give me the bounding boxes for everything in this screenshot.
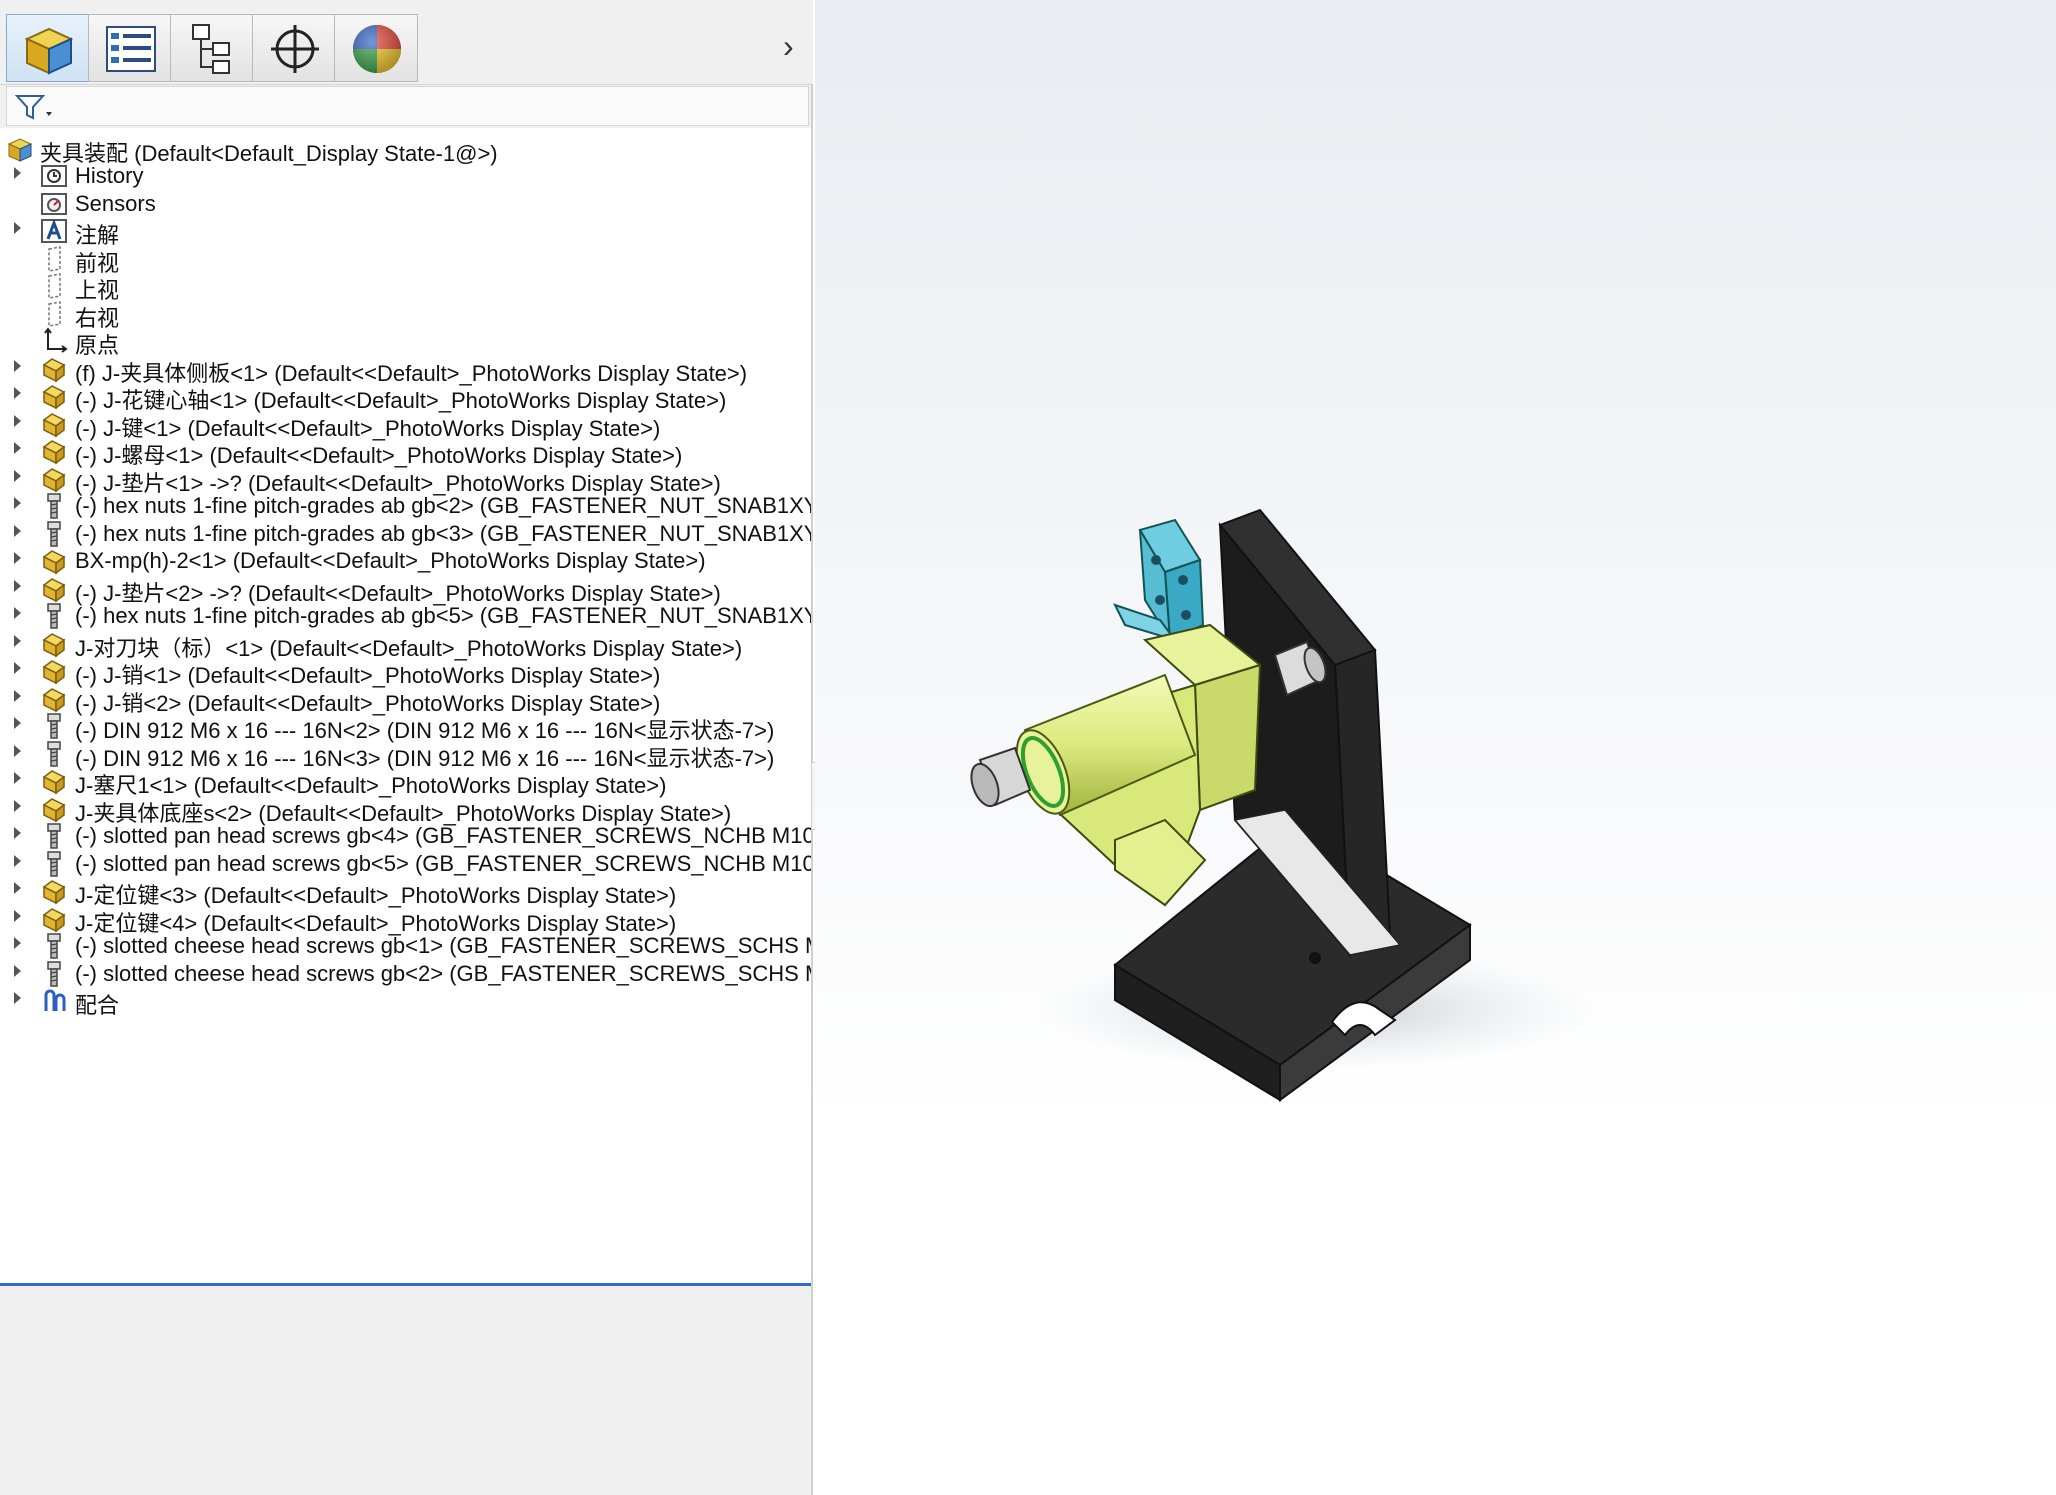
crosshair-icon bbox=[271, 25, 319, 73]
expand-arrow-icon[interactable] bbox=[14, 552, 21, 564]
expand-arrow-icon[interactable] bbox=[14, 634, 21, 647]
expand-arrow-icon[interactable] bbox=[14, 744, 21, 757]
bracket-side bbox=[1193, 663, 1262, 812]
expand-arrow-icon[interactable] bbox=[14, 854, 21, 867]
manager-tab-strip: › bbox=[0, 0, 813, 85]
expand-arrow-icon[interactable] bbox=[14, 222, 21, 234]
tree-item-label: 配合 bbox=[75, 993, 120, 1018]
tree-item[interactable]: 配合 bbox=[0, 983, 811, 1018]
expand-arrow-icon[interactable] bbox=[14, 414, 21, 427]
display-manager-tab[interactable] bbox=[334, 14, 418, 82]
pin-hole bbox=[1309, 952, 1321, 964]
expand-arrow-icon[interactable] bbox=[14, 992, 21, 1004]
filter-icon[interactable] bbox=[13, 92, 57, 122]
configuration-icon bbox=[192, 24, 230, 74]
expand-arrow-icon[interactable] bbox=[14, 497, 21, 509]
expand-arrow-icon[interactable] bbox=[14, 524, 21, 537]
expand-arrow-icon[interactable] bbox=[14, 689, 21, 702]
assembly-tab-icon bbox=[24, 27, 74, 75]
expand-arrow-icon[interactable] bbox=[14, 799, 21, 812]
expand-arrow-icon[interactable] bbox=[14, 717, 21, 729]
dimxpertmanager-tab[interactable] bbox=[252, 14, 336, 82]
expand-arrow-icon[interactable] bbox=[14, 387, 21, 399]
expand-arrow-icon[interactable] bbox=[14, 964, 21, 977]
expand-arrow-icon[interactable] bbox=[14, 772, 21, 784]
expand-arrow-icon[interactable] bbox=[14, 442, 21, 454]
propertymanager-tab[interactable] bbox=[88, 14, 172, 82]
tree-filter-bar[interactable] bbox=[6, 86, 809, 126]
feature-manager-panel: › 夹具装配 (Default<Default_Display State-1@… bbox=[0, 0, 828, 1495]
expand-arrow-icon[interactable] bbox=[14, 909, 21, 922]
expand-arrow-icon[interactable] bbox=[14, 469, 21, 482]
feature-tree: 夹具装配 (Default<Default_Display State-1@>)… bbox=[0, 128, 811, 1286]
expand-arrow-icon[interactable] bbox=[14, 359, 21, 372]
expand-arrow-icon[interactable] bbox=[14, 827, 21, 839]
chevron-right-icon[interactable]: › bbox=[783, 30, 794, 62]
property-list-icon bbox=[106, 26, 156, 72]
expand-arrow-icon[interactable] bbox=[14, 579, 21, 592]
mates-icon bbox=[40, 987, 68, 1015]
empty-panel-area bbox=[0, 1290, 811, 1495]
graphics-viewport[interactable] bbox=[815, 0, 2056, 1495]
expand-arrow-icon[interactable] bbox=[14, 607, 21, 619]
configurationmanager-tab[interactable] bbox=[170, 14, 254, 82]
appearance-sphere-icon bbox=[353, 25, 401, 73]
expand-arrow-icon[interactable] bbox=[14, 937, 21, 949]
expand-arrow-icon[interactable] bbox=[14, 882, 21, 894]
assembly-3d-model[interactable] bbox=[815, 0, 2056, 1495]
featuremanager-tab[interactable] bbox=[6, 14, 90, 82]
expand-arrow-icon[interactable] bbox=[14, 662, 21, 674]
expand-arrow-icon[interactable] bbox=[14, 167, 21, 179]
